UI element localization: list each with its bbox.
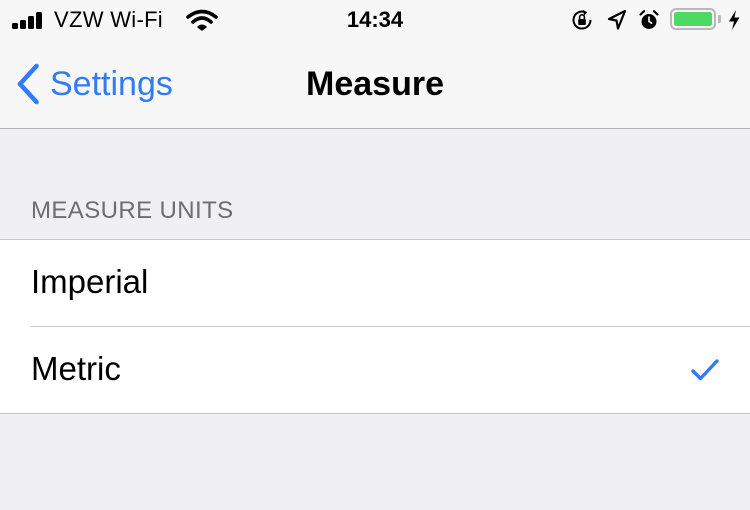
location-arrow-icon (607, 9, 627, 30)
option-imperial[interactable]: Imperial (0, 240, 750, 327)
page-title: Measure (306, 65, 444, 103)
battery-icon (670, 8, 716, 30)
navigation-bar: Settings Measure (0, 40, 750, 129)
orientation-lock-icon (572, 10, 592, 30)
option-metric[interactable]: Metric (0, 327, 750, 414)
option-label: Metric (31, 350, 121, 387)
charging-bolt-icon (729, 10, 740, 30)
alarm-icon (639, 10, 659, 29)
battery-cap (718, 15, 721, 23)
checkmark-icon (691, 359, 719, 381)
status-bar: VZW Wi-Fi 14:34 (0, 0, 750, 40)
battery-fill (674, 12, 712, 26)
option-label: Imperial (31, 263, 149, 300)
section-header: MEASURE UNITS (31, 197, 234, 224)
measure-units-list: Imperial Metric (0, 239, 750, 414)
